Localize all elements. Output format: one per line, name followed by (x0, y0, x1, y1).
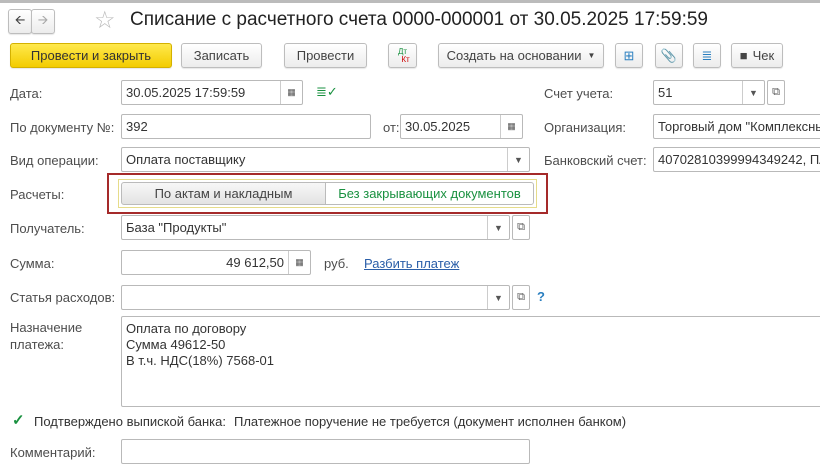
bank-label: Банковский счет: (544, 153, 647, 168)
recipient-label: Получатель: (10, 221, 85, 236)
recipient-value: База "Продукты" (126, 220, 227, 235)
purpose-label-line2: платежа: (10, 337, 64, 352)
settle-option-acts[interactable]: По актам и накладным (121, 182, 326, 205)
arrow-left-icon: 🡨 (14, 11, 26, 27)
org-label: Организация: (544, 120, 627, 135)
sum-value: 49 612,50 (226, 255, 284, 270)
purpose-label: Назначение платежа: (10, 319, 82, 353)
paperclip-icon: 📎 (660, 47, 678, 63)
calendar-icon[interactable]: ▦ (500, 115, 522, 138)
split-payment-link[interactable]: Разбить платеж (364, 256, 459, 271)
doc-date-value: 30.05.2025 (405, 119, 471, 134)
printer-icon: ■ (739, 48, 748, 63)
doc-num-label: По документу №: (10, 120, 115, 135)
dropdown-arrow-icon: ▼ (587, 51, 596, 60)
from-label: от: (383, 120, 400, 135)
currency-label: руб. (324, 256, 349, 271)
settle-switch: По актам и накладным Без закрывающих док… (118, 179, 537, 208)
dropdown-icon[interactable]: ▼ (742, 81, 764, 104)
dt-kt-button[interactable]: Дт Кт (388, 43, 417, 68)
purpose-line: В т.ч. НДС(18%) 7568-01 (126, 353, 274, 368)
comment-input[interactable] (121, 439, 530, 464)
help-icon[interactable]: ? (537, 289, 545, 304)
list-icon: ≣ (701, 47, 713, 63)
purpose-line: Сумма 49612-50 (126, 337, 226, 352)
create-based-on-label: Создать на основании (446, 48, 582, 63)
calendar-icon[interactable]: ▦ (280, 81, 302, 104)
receipt-button[interactable]: ■ Чек (731, 43, 783, 68)
purpose-label-line1: Назначение (10, 320, 83, 335)
dropdown-icon[interactable]: ▼ (507, 148, 529, 171)
structure-icon: ⊞ (623, 47, 635, 63)
back-button[interactable]: 🡨 (8, 9, 32, 34)
open-account-button[interactable]: ⧉ (767, 80, 785, 105)
doc-num-input[interactable]: 392 (121, 114, 371, 139)
dropdown-icon[interactable]: ▼ (487, 286, 509, 309)
forward-button[interactable]: 🡪 (31, 9, 55, 34)
date-value: 30.05.2025 17:59:59 (126, 85, 246, 100)
confirmed-label: Подтверждено выпиской банка: (34, 414, 226, 429)
op-input[interactable]: Оплата поставщику ▼ (121, 147, 530, 172)
open-recipient-button[interactable]: ⧉ (512, 215, 530, 240)
doc-check-icon[interactable]: ≣✓ (316, 84, 338, 100)
favorite-star-icon[interactable]: ☆ (94, 6, 116, 35)
post-and-close-button[interactable]: Провести и закрыть (10, 43, 172, 68)
open-expense-button[interactable]: ⧉ (512, 285, 530, 310)
purpose-line: Оплата по договору (126, 321, 247, 336)
attach-button[interactable]: 📎 (655, 43, 683, 68)
account-label: Счет учета: (544, 86, 614, 101)
doc-date-input[interactable]: 30.05.2025 ▦ (400, 114, 523, 139)
dropdown-icon[interactable]: ▼ (487, 216, 509, 239)
save-button[interactable]: Записать (181, 43, 262, 68)
structure-button[interactable]: ⊞ (615, 43, 643, 68)
expense-input[interactable]: ▼ (121, 285, 510, 310)
calculator-icon[interactable]: ▦ (288, 251, 310, 274)
purpose-textarea[interactable]: Оплата по договору Сумма 49612-50 В т.ч.… (121, 316, 820, 407)
op-value: Оплата поставщику (126, 152, 246, 167)
settle-label: Расчеты: (10, 187, 65, 202)
arrow-right-icon: 🡪 (37, 11, 49, 27)
confirmed-text: Платежное поручение не требуется (докуме… (234, 414, 627, 429)
org-input[interactable]: Торговый дом "Комплексный" (653, 114, 820, 139)
sum-label: Сумма: (10, 256, 55, 271)
bank-input[interactable]: 40702810399994349242, ПАО (653, 147, 820, 172)
recipient-input[interactable]: База "Продукты" ▼ (121, 215, 510, 240)
page-title: Списание с расчетного счета 0000-000001 … (130, 9, 708, 30)
top-border (0, 0, 820, 3)
settle-option-no-docs[interactable]: Без закрывающих документов (325, 182, 534, 205)
comment-label: Комментарий: (10, 445, 96, 460)
expense-label: Статья расходов: (10, 290, 116, 305)
account-input[interactable]: 51 ▼ (653, 80, 765, 105)
create-based-on-button[interactable]: Создать на основании ▼ (438, 43, 604, 68)
receipt-label: Чек (752, 48, 775, 63)
account-value: 51 (658, 85, 673, 100)
kt-label: Кт (401, 54, 410, 64)
list-button[interactable]: ≣ (693, 43, 721, 68)
date-label: Дата: (10, 86, 43, 101)
post-button[interactable]: Провести (284, 43, 367, 68)
date-input[interactable]: 30.05.2025 17:59:59 ▦ (121, 80, 303, 105)
op-label: Вид операции: (10, 153, 99, 168)
sum-input[interactable]: 49 612,50 ▦ (121, 250, 311, 275)
confirmed-checkbox[interactable]: ✓ (12, 413, 27, 428)
